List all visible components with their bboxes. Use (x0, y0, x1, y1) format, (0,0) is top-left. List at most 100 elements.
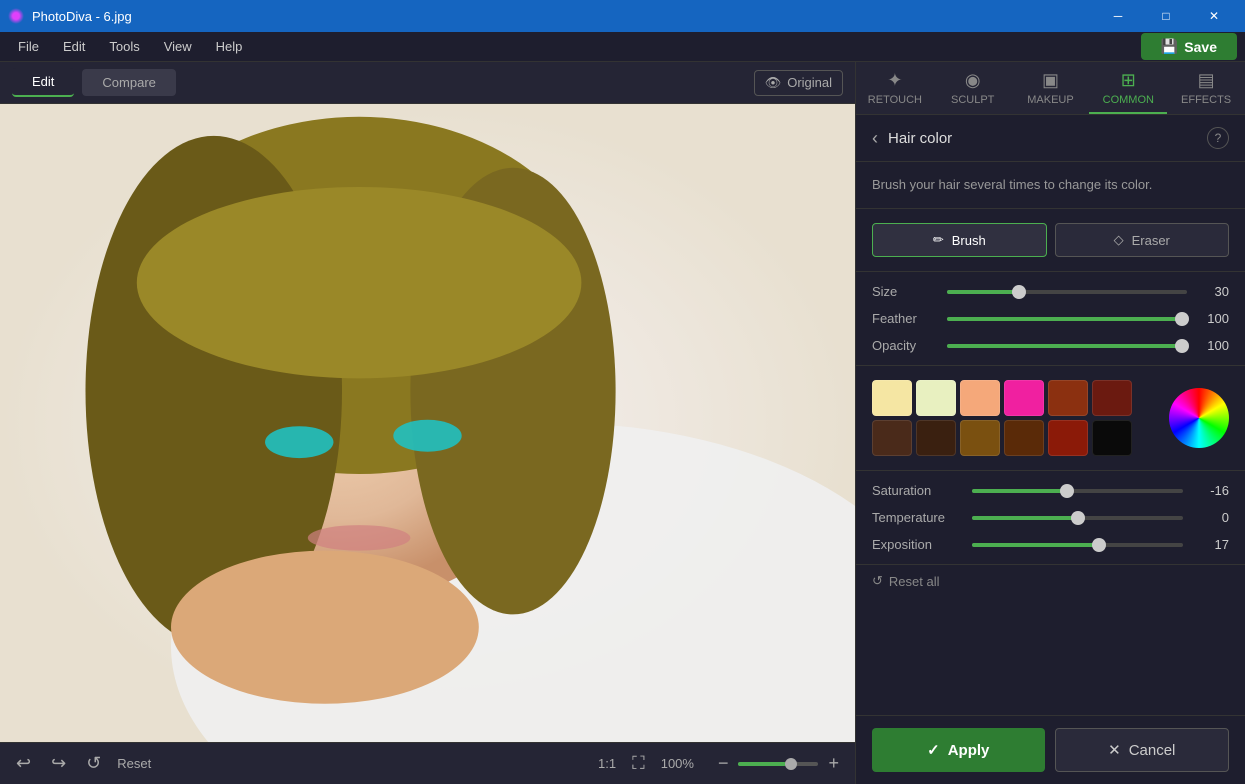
opacity-fill (947, 344, 1187, 348)
feather-value: 100 (1197, 311, 1229, 326)
exposition-label: Exposition (872, 537, 962, 552)
minimize-button[interactable]: ─ (1095, 0, 1141, 32)
back-button[interactable]: ‹ (872, 128, 878, 149)
menu-tools[interactable]: Tools (99, 35, 149, 58)
feather-label: Feather (872, 311, 937, 326)
saturation-row: Saturation -16 (872, 483, 1229, 498)
reset-canvas-button[interactable]: ↺ (82, 749, 105, 778)
temperature-thumb (1071, 511, 1085, 525)
canvas-toolbar: Edit Compare 👁 Original (0, 62, 855, 104)
menu-help[interactable]: Help (206, 35, 253, 58)
color-swatch-2[interactable] (960, 380, 1000, 416)
color-swatch-0[interactable] (872, 380, 912, 416)
reset-all-button[interactable]: ↺ Reset all (872, 573, 939, 589)
zoom-out-button[interactable]: − (714, 749, 733, 778)
retouch-icon: ✦ (887, 70, 902, 91)
canvas-view[interactable] (0, 104, 855, 742)
tab-sculpt[interactable]: ◉ SCULPT (934, 62, 1012, 114)
main-layout: Edit Compare 👁 Original (0, 62, 1245, 784)
color-swatch-6[interactable] (872, 420, 912, 456)
color-swatch-9[interactable] (1004, 420, 1044, 456)
panel-content: ‹ Hair color ? Brush your hair several t… (856, 115, 1245, 715)
saturation-value: -16 (1193, 483, 1229, 498)
cancel-x-icon: ✕ (1108, 741, 1121, 759)
tab-common[interactable]: ⊞ COMMON (1089, 62, 1167, 114)
tab-effects[interactable]: ▤ EFFECTS (1167, 62, 1245, 114)
tab-makeup-label: MAKEUP (1027, 94, 1073, 106)
feather-slider[interactable] (947, 317, 1187, 321)
zoom-slider-fill (738, 762, 786, 766)
exposition-slider[interactable] (972, 543, 1183, 547)
close-button[interactable]: ✕ (1191, 0, 1237, 32)
window-controls: ─ □ ✕ (1095, 0, 1237, 32)
reset-all-label: Reset all (889, 574, 940, 589)
temperature-slider[interactable] (972, 516, 1183, 520)
color-swatch-11[interactable] (1092, 420, 1132, 456)
color-swatch-5[interactable] (1092, 380, 1132, 416)
help-button[interactable]: ? (1207, 127, 1229, 149)
feather-thumb (1175, 312, 1189, 326)
fit-view-button[interactable]: ⛶ (628, 749, 649, 778)
makeup-icon: ▣ (1042, 70, 1059, 91)
zoom-in-button[interactable]: + (824, 749, 843, 778)
save-disk-icon: 💾 (1161, 38, 1178, 55)
reset-row: ↺ Reset all (856, 565, 1245, 601)
reset-label: Reset (117, 756, 151, 771)
tab-retouch[interactable]: ✦ RETOUCH (856, 62, 934, 114)
brush-tools: ✏ Brush ◇ Eraser (856, 209, 1245, 272)
eraser-tool-icon: ◇ (1114, 232, 1124, 248)
original-label: Original (787, 75, 832, 90)
save-button[interactable]: 💾 Save (1141, 33, 1237, 60)
color-swatch-10[interactable] (1048, 420, 1088, 456)
menu-file[interactable]: File (8, 35, 49, 58)
apply-button[interactable]: ✓ Apply (872, 728, 1045, 772)
tab-makeup[interactable]: ▣ MAKEUP (1012, 62, 1090, 114)
opacity-slider[interactable] (947, 344, 1187, 348)
saturation-thumb (1060, 484, 1074, 498)
undo-button[interactable]: ↩ (12, 749, 35, 778)
color-swatch-3[interactable] (1004, 380, 1044, 416)
opacity-thumb (1175, 339, 1189, 353)
size-slider[interactable] (947, 290, 1187, 294)
colors-section (856, 366, 1245, 471)
exposition-thumb (1092, 538, 1106, 552)
canvas-bottom: ↩ ↪ ↺ Reset 1:1 ⛶ 100% − + (0, 742, 855, 784)
tab-edit[interactable]: Edit (12, 68, 74, 97)
apply-label: Apply (948, 742, 990, 759)
redo-button[interactable]: ↪ (47, 749, 70, 778)
zoom-controls: − + (714, 749, 843, 778)
exposition-row: Exposition 17 (872, 537, 1229, 552)
size-value: 30 (1197, 284, 1229, 299)
maximize-button[interactable]: □ (1143, 0, 1189, 32)
brush-sliders: Size 30 Feather 100 Opacity (856, 272, 1245, 366)
cancel-button[interactable]: ✕ Cancel (1055, 728, 1230, 772)
tab-retouch-label: RETOUCH (868, 94, 922, 106)
adjustments-section: Saturation -16 Temperature 0 (856, 471, 1245, 565)
app-icon (8, 8, 24, 24)
color-swatch-7[interactable] (916, 420, 956, 456)
color-row-1 (872, 380, 1157, 416)
panel-description: Brush your hair several times to change … (856, 162, 1245, 209)
color-wheel-wrapper (872, 380, 1229, 456)
reset-icon: ↺ (872, 573, 883, 589)
saturation-fill (972, 489, 1067, 493)
brush-button[interactable]: ✏ Brush (872, 223, 1047, 257)
tab-compare[interactable]: Compare (82, 69, 175, 96)
eraser-button[interactable]: ◇ Eraser (1055, 223, 1230, 257)
color-swatch-8[interactable] (960, 420, 1000, 456)
cancel-label: Cancel (1129, 742, 1176, 759)
menubar: File Edit Tools View Help 💾 Save (0, 32, 1245, 62)
color-swatch-1[interactable] (916, 380, 956, 416)
original-button[interactable]: 👁 Original (754, 70, 843, 96)
saturation-slider[interactable] (972, 489, 1183, 493)
zoom-slider[interactable] (738, 762, 818, 766)
window-title: PhotoDiva - 6.jpg (32, 9, 132, 24)
photo-canvas[interactable] (0, 104, 855, 742)
titlebar: PhotoDiva - 6.jpg ─ □ ✕ (0, 0, 1245, 32)
color-wheel[interactable] (1169, 388, 1229, 448)
effects-icon: ▤ (1198, 70, 1215, 91)
brush-tool-icon: ✏ (933, 232, 944, 248)
menu-view[interactable]: View (154, 35, 202, 58)
menu-edit[interactable]: Edit (53, 35, 95, 58)
color-swatch-4[interactable] (1048, 380, 1088, 416)
